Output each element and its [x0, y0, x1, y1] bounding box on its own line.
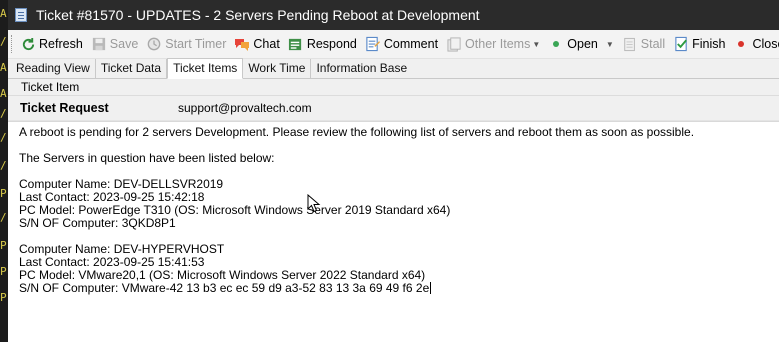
tab-ticket-data[interactable]: Ticket Data: [96, 59, 168, 78]
strip-glyph: P: [0, 265, 7, 278]
chat-button[interactable]: Chat: [230, 33, 283, 55]
strip-glyph: A: [0, 7, 7, 20]
close-button[interactable]: Close: [729, 33, 779, 55]
finish-icon: [673, 36, 689, 52]
timer-icon: [146, 36, 162, 52]
start-timer-label: Start Timer: [165, 37, 227, 51]
request-email: support@provaltech.com: [178, 101, 312, 115]
request-title: Ticket Request: [20, 101, 109, 115]
ticket-body-text[interactable]: A reboot is pending for 2 servers Develo…: [8, 121, 779, 342]
body-line: S/N OF Computer: VMware-42 13 b3 ec ec 5…: [19, 281, 430, 295]
body-line: The Servers in question have been listed…: [19, 151, 275, 165]
strip-glyph: A: [0, 61, 7, 74]
mouse-pointer-icon: [307, 194, 321, 213]
ticket-item-group-label: Ticket Item: [8, 79, 779, 96]
strip-glyph: P: [0, 291, 7, 304]
strip-glyph: /: [0, 107, 7, 120]
ticket-document-icon: [15, 8, 27, 22]
tab-strip: Reading View Ticket Data Ticket Items Wo…: [8, 58, 779, 79]
other-items-button[interactable]: Other Items ▼: [442, 33, 544, 55]
other-items-icon: [446, 36, 462, 52]
strip-glyph: P: [0, 187, 7, 200]
chevron-down-icon[interactable]: ▼: [606, 40, 614, 49]
title-bar[interactable]: Ticket #81570 - UPDATES - 2 Servers Pend…: [8, 0, 779, 30]
refresh-label: Refresh: [39, 37, 83, 51]
tab-ticket-items[interactable]: Ticket Items: [167, 58, 244, 79]
chat-icon: [234, 36, 250, 52]
stall-button[interactable]: Stall: [618, 33, 669, 55]
respond-button[interactable]: Respond: [284, 33, 361, 55]
tab-work-time[interactable]: Work Time: [243, 59, 312, 78]
refresh-icon: [20, 36, 36, 52]
body-line-last: S/N OF Computer: VMware-42 13 b3 ec ec 5…: [19, 282, 768, 295]
start-timer-button[interactable]: Start Timer: [142, 33, 230, 55]
chevron-down-icon[interactable]: ▼: [532, 40, 540, 49]
save-button[interactable]: Save: [87, 33, 143, 55]
other-items-label: Other Items: [465, 37, 531, 51]
toolbar: Refresh Save Start Timer Chat Respond Co…: [8, 30, 779, 59]
respond-label: Respond: [306, 37, 357, 51]
open-status-button[interactable]: Open ▼: [544, 33, 618, 55]
body-line: A reboot is pending for 2 servers Develo…: [19, 125, 695, 139]
strip-glyph: /: [0, 35, 7, 48]
respond-icon: [288, 36, 304, 52]
strip-glyph: /: [0, 211, 7, 224]
close-label: Close: [752, 37, 779, 51]
stall-label: Stall: [640, 37, 666, 51]
comment-button[interactable]: Comment: [361, 33, 442, 55]
refresh-button[interactable]: Refresh: [16, 33, 87, 55]
tab-information-base[interactable]: Information Base: [311, 59, 412, 78]
tab-reading-view[interactable]: Reading View: [11, 59, 96, 78]
text-caret: [430, 282, 432, 294]
save-label: Save: [109, 37, 139, 51]
strip-glyph: P: [0, 239, 7, 252]
finish-button[interactable]: Finish: [669, 33, 729, 55]
comment-label: Comment: [383, 37, 439, 51]
open-label: Open: [567, 37, 598, 51]
save-icon: [91, 36, 107, 52]
strip-glyph: A: [0, 87, 7, 100]
finish-label: Finish: [692, 37, 726, 51]
background-window-strip: A / A A / / / P / P P P: [0, 0, 8, 342]
toolbar-grip[interactable]: [11, 35, 12, 53]
comment-icon: [365, 36, 381, 52]
strip-glyph: /: [0, 131, 7, 144]
body-line: S/N OF Computer: 3QKD8P1: [19, 216, 176, 230]
open-status-icon: [548, 36, 564, 52]
close-icon: [733, 36, 749, 52]
ticket-request-header: Ticket Request support@provaltech.com: [8, 96, 779, 121]
window-title: Ticket #81570 - UPDATES - 2 Servers Pend…: [36, 7, 480, 23]
ticket-window: Ticket #81570 - UPDATES - 2 Servers Pend…: [8, 0, 779, 342]
stall-icon: [622, 36, 638, 52]
chat-label: Chat: [253, 37, 280, 51]
strip-glyph: /: [0, 159, 7, 172]
